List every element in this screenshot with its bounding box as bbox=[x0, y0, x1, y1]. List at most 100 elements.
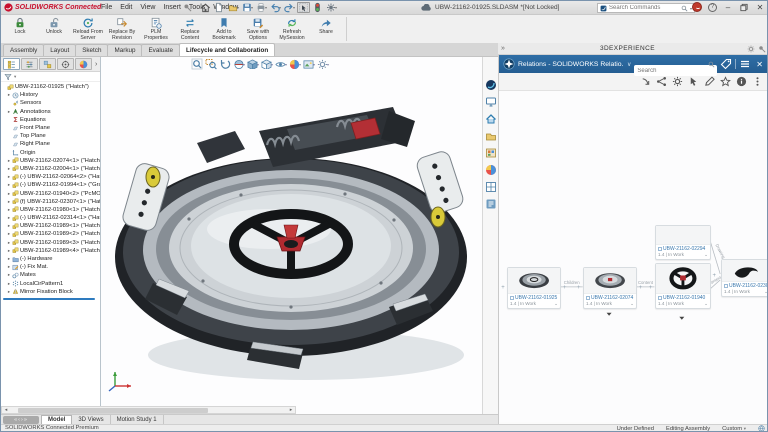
view-orientation-icon[interactable]: ▾ bbox=[247, 58, 259, 70]
taskpane-folder-tab-icon[interactable] bbox=[485, 130, 497, 142]
tree-item[interactable]: ▸Mates bbox=[1, 271, 100, 279]
refresh-mysession-button[interactable]: Refresh MySession bbox=[275, 16, 309, 41]
replace-by-revision-button[interactable]: Replace By Revision bbox=[105, 16, 139, 41]
view-settings-icon[interactable]: ▾ bbox=[317, 58, 329, 70]
scroll-left-icon[interactable]: ◂ bbox=[2, 407, 10, 413]
doc-tab-motion-study-1[interactable]: Motion Study 1 bbox=[111, 415, 164, 425]
undo-icon[interactable]: ▾ bbox=[269, 2, 282, 13]
panel-pin-icon[interactable] bbox=[758, 45, 766, 53]
command-search-input[interactable] bbox=[609, 5, 679, 11]
add-to-bookmark-button[interactable]: Add to Bookmark bbox=[207, 16, 241, 41]
rebuild-icon[interactable] bbox=[311, 2, 324, 13]
select-cursor-icon[interactable] bbox=[688, 76, 699, 87]
collapse-panel-icon[interactable]: » bbox=[498, 45, 508, 52]
taskpane-3dexperience-icon[interactable] bbox=[485, 79, 497, 91]
home-icon[interactable] bbox=[505, 76, 516, 87]
unlock-button[interactable]: Unlock bbox=[37, 16, 71, 36]
node-expand-chevron-icon[interactable]: ⌄ bbox=[630, 301, 634, 307]
menu-file[interactable]: File bbox=[97, 4, 116, 11]
tree-item[interactable]: ▸UBW-21162-01980<1> ("Hatch Ring bbox=[1, 206, 100, 214]
taskpane-custom-properties-icon[interactable] bbox=[485, 198, 497, 210]
doc-tab-3d-views[interactable]: 3D Views bbox=[72, 415, 110, 425]
scrollbar-thumb[interactable] bbox=[18, 408, 208, 413]
star-icon[interactable] bbox=[720, 76, 731, 87]
pencil-icon[interactable] bbox=[704, 76, 715, 87]
menu-pin-icon[interactable] bbox=[183, 3, 192, 12]
dimxpert-tab[interactable] bbox=[57, 58, 74, 70]
tree-item[interactable]: ▸UBW-21162-01989<4> ("Hatch Zinc bbox=[1, 247, 100, 255]
tree-item[interactable]: ▸UBW-21162-01989<2> ("Hatch Zinc bbox=[1, 230, 100, 238]
tree-item[interactable]: ▸History bbox=[1, 91, 100, 99]
tab-markup[interactable]: Markup bbox=[107, 44, 142, 56]
tree-item[interactable]: ▸(-) UBW-21162-02064<2> ("Hatch Lo bbox=[1, 173, 100, 181]
tab-layout[interactable]: Layout bbox=[43, 44, 76, 56]
tree-item[interactable]: ▸UBW-21162-01989<1> ("Hatch Zinc bbox=[1, 222, 100, 230]
tab-navigation-buttons[interactable]: «‹›» bbox=[3, 416, 39, 424]
apply-scene-icon[interactable]: ▾ bbox=[303, 58, 315, 70]
hatch-3d-model[interactable] bbox=[101, 57, 482, 414]
displaymanager-tab[interactable] bbox=[75, 58, 92, 70]
configurationmanager-tab[interactable] bbox=[39, 58, 56, 70]
previous-view-icon[interactable] bbox=[219, 58, 231, 70]
tree-item[interactable]: ▸(-) UBW-21162-01994<1> ("Grabbin bbox=[1, 181, 100, 189]
widget-close-icon[interactable]: ✕ bbox=[754, 60, 765, 69]
restore-button[interactable] bbox=[739, 3, 749, 12]
save-with-options-button[interactable]: Save with Options bbox=[241, 16, 275, 41]
panel-options-gear-icon[interactable] bbox=[747, 45, 755, 53]
tree-item[interactable]: Top Plane bbox=[1, 132, 100, 140]
search-icon[interactable] bbox=[681, 5, 688, 12]
taskpane-appearances-icon[interactable] bbox=[485, 164, 497, 176]
home-icon[interactable] bbox=[199, 2, 212, 13]
options-icon[interactable]: ▾ bbox=[325, 2, 338, 13]
graph-node[interactable]: UBW-21162-022941.4 | In Work⌄ bbox=[655, 225, 711, 260]
user-avatar[interactable] bbox=[692, 2, 702, 12]
menu-view[interactable]: View bbox=[136, 4, 159, 11]
section-view-icon[interactable]: ▾ bbox=[233, 58, 245, 70]
tree-item[interactable]: ▸LocalCirPattern1 bbox=[1, 280, 100, 288]
replace-content-button[interactable]: Replace Content bbox=[173, 16, 207, 41]
scrollbar-track[interactable] bbox=[10, 407, 287, 413]
tree-item[interactable]: Equations bbox=[1, 116, 100, 124]
taskpane-monitor-icon[interactable] bbox=[485, 96, 497, 108]
share-nodes-icon[interactable] bbox=[656, 76, 667, 87]
propertymanager-tab[interactable] bbox=[21, 58, 38, 70]
taskpane-view-palette-icon[interactable] bbox=[485, 181, 497, 193]
close-button[interactable]: ✕ bbox=[755, 3, 765, 12]
panel-search-icon[interactable] bbox=[708, 61, 715, 68]
info-icon[interactable] bbox=[736, 76, 747, 87]
panel-search[interactable] bbox=[634, 59, 717, 70]
node-expand-chevron-icon[interactable]: ⌄ bbox=[704, 301, 708, 307]
open-icon[interactable]: ▾ bbox=[227, 2, 240, 13]
featuremanager-tab[interactable] bbox=[3, 58, 20, 70]
widget-title-chevron-icon[interactable]: ∨ bbox=[627, 61, 631, 68]
arrow-expand-icon[interactable] bbox=[640, 76, 651, 87]
tree-item[interactable]: ▸Annotations bbox=[1, 108, 100, 116]
menu-insert[interactable]: Insert bbox=[159, 4, 185, 11]
edit-appearance-icon[interactable]: ▾ bbox=[289, 58, 301, 70]
tab-sketch[interactable]: Sketch bbox=[75, 44, 108, 56]
tree-item[interactable]: Front Plane bbox=[1, 124, 100, 132]
tab-evaluate[interactable]: Evaluate bbox=[141, 44, 180, 56]
tree-item[interactable]: ▸Mirror Fixation Block bbox=[1, 288, 100, 296]
graph-node[interactable]: UBW-21162-019401.4 | In Work⌄ bbox=[655, 263, 711, 309]
tree-item[interactable]: ▸UBW-21162-01989<3> ("Hatch Zinc bbox=[1, 239, 100, 247]
panel-search-input[interactable] bbox=[634, 65, 717, 76]
node-expand-chevron-icon[interactable]: ⌄ bbox=[704, 252, 708, 258]
tree-item[interactable]: Right Plane bbox=[1, 140, 100, 148]
share-button[interactable]: Share bbox=[309, 16, 343, 36]
tree-item[interactable]: ▸UBW-21162-02074<1> ("Hatch Lid") bbox=[1, 157, 100, 165]
tree-item[interactable]: Origin bbox=[1, 149, 100, 157]
selection-filter-icon[interactable] bbox=[297, 2, 310, 13]
graph-node[interactable]: UBW-21162-019251.4 | In Work⌄ bbox=[507, 267, 561, 309]
tag-icon[interactable] bbox=[720, 58, 732, 70]
tab-lifecycle-and-collaboration[interactable]: Lifecycle and Collaboration bbox=[179, 43, 275, 56]
command-search[interactable]: ▾ bbox=[597, 3, 695, 13]
hide-show-icon[interactable]: ▾ bbox=[275, 58, 287, 70]
tree-item[interactable]: ▸UBW-21162-02004<1> ("Hatch Sprin bbox=[1, 165, 100, 173]
display-style-icon[interactable]: ▾ bbox=[261, 58, 273, 70]
filter-dropdown-icon[interactable]: ▾ bbox=[14, 74, 16, 80]
kebab-icon[interactable] bbox=[752, 76, 763, 87]
tree-root-item[interactable]: UBW-21162-01925 ("Hatch") bbox=[1, 83, 100, 91]
hamburger-menu-icon[interactable] bbox=[739, 58, 751, 70]
node-expand-chevron-icon[interactable]: ⌄ bbox=[554, 301, 558, 307]
